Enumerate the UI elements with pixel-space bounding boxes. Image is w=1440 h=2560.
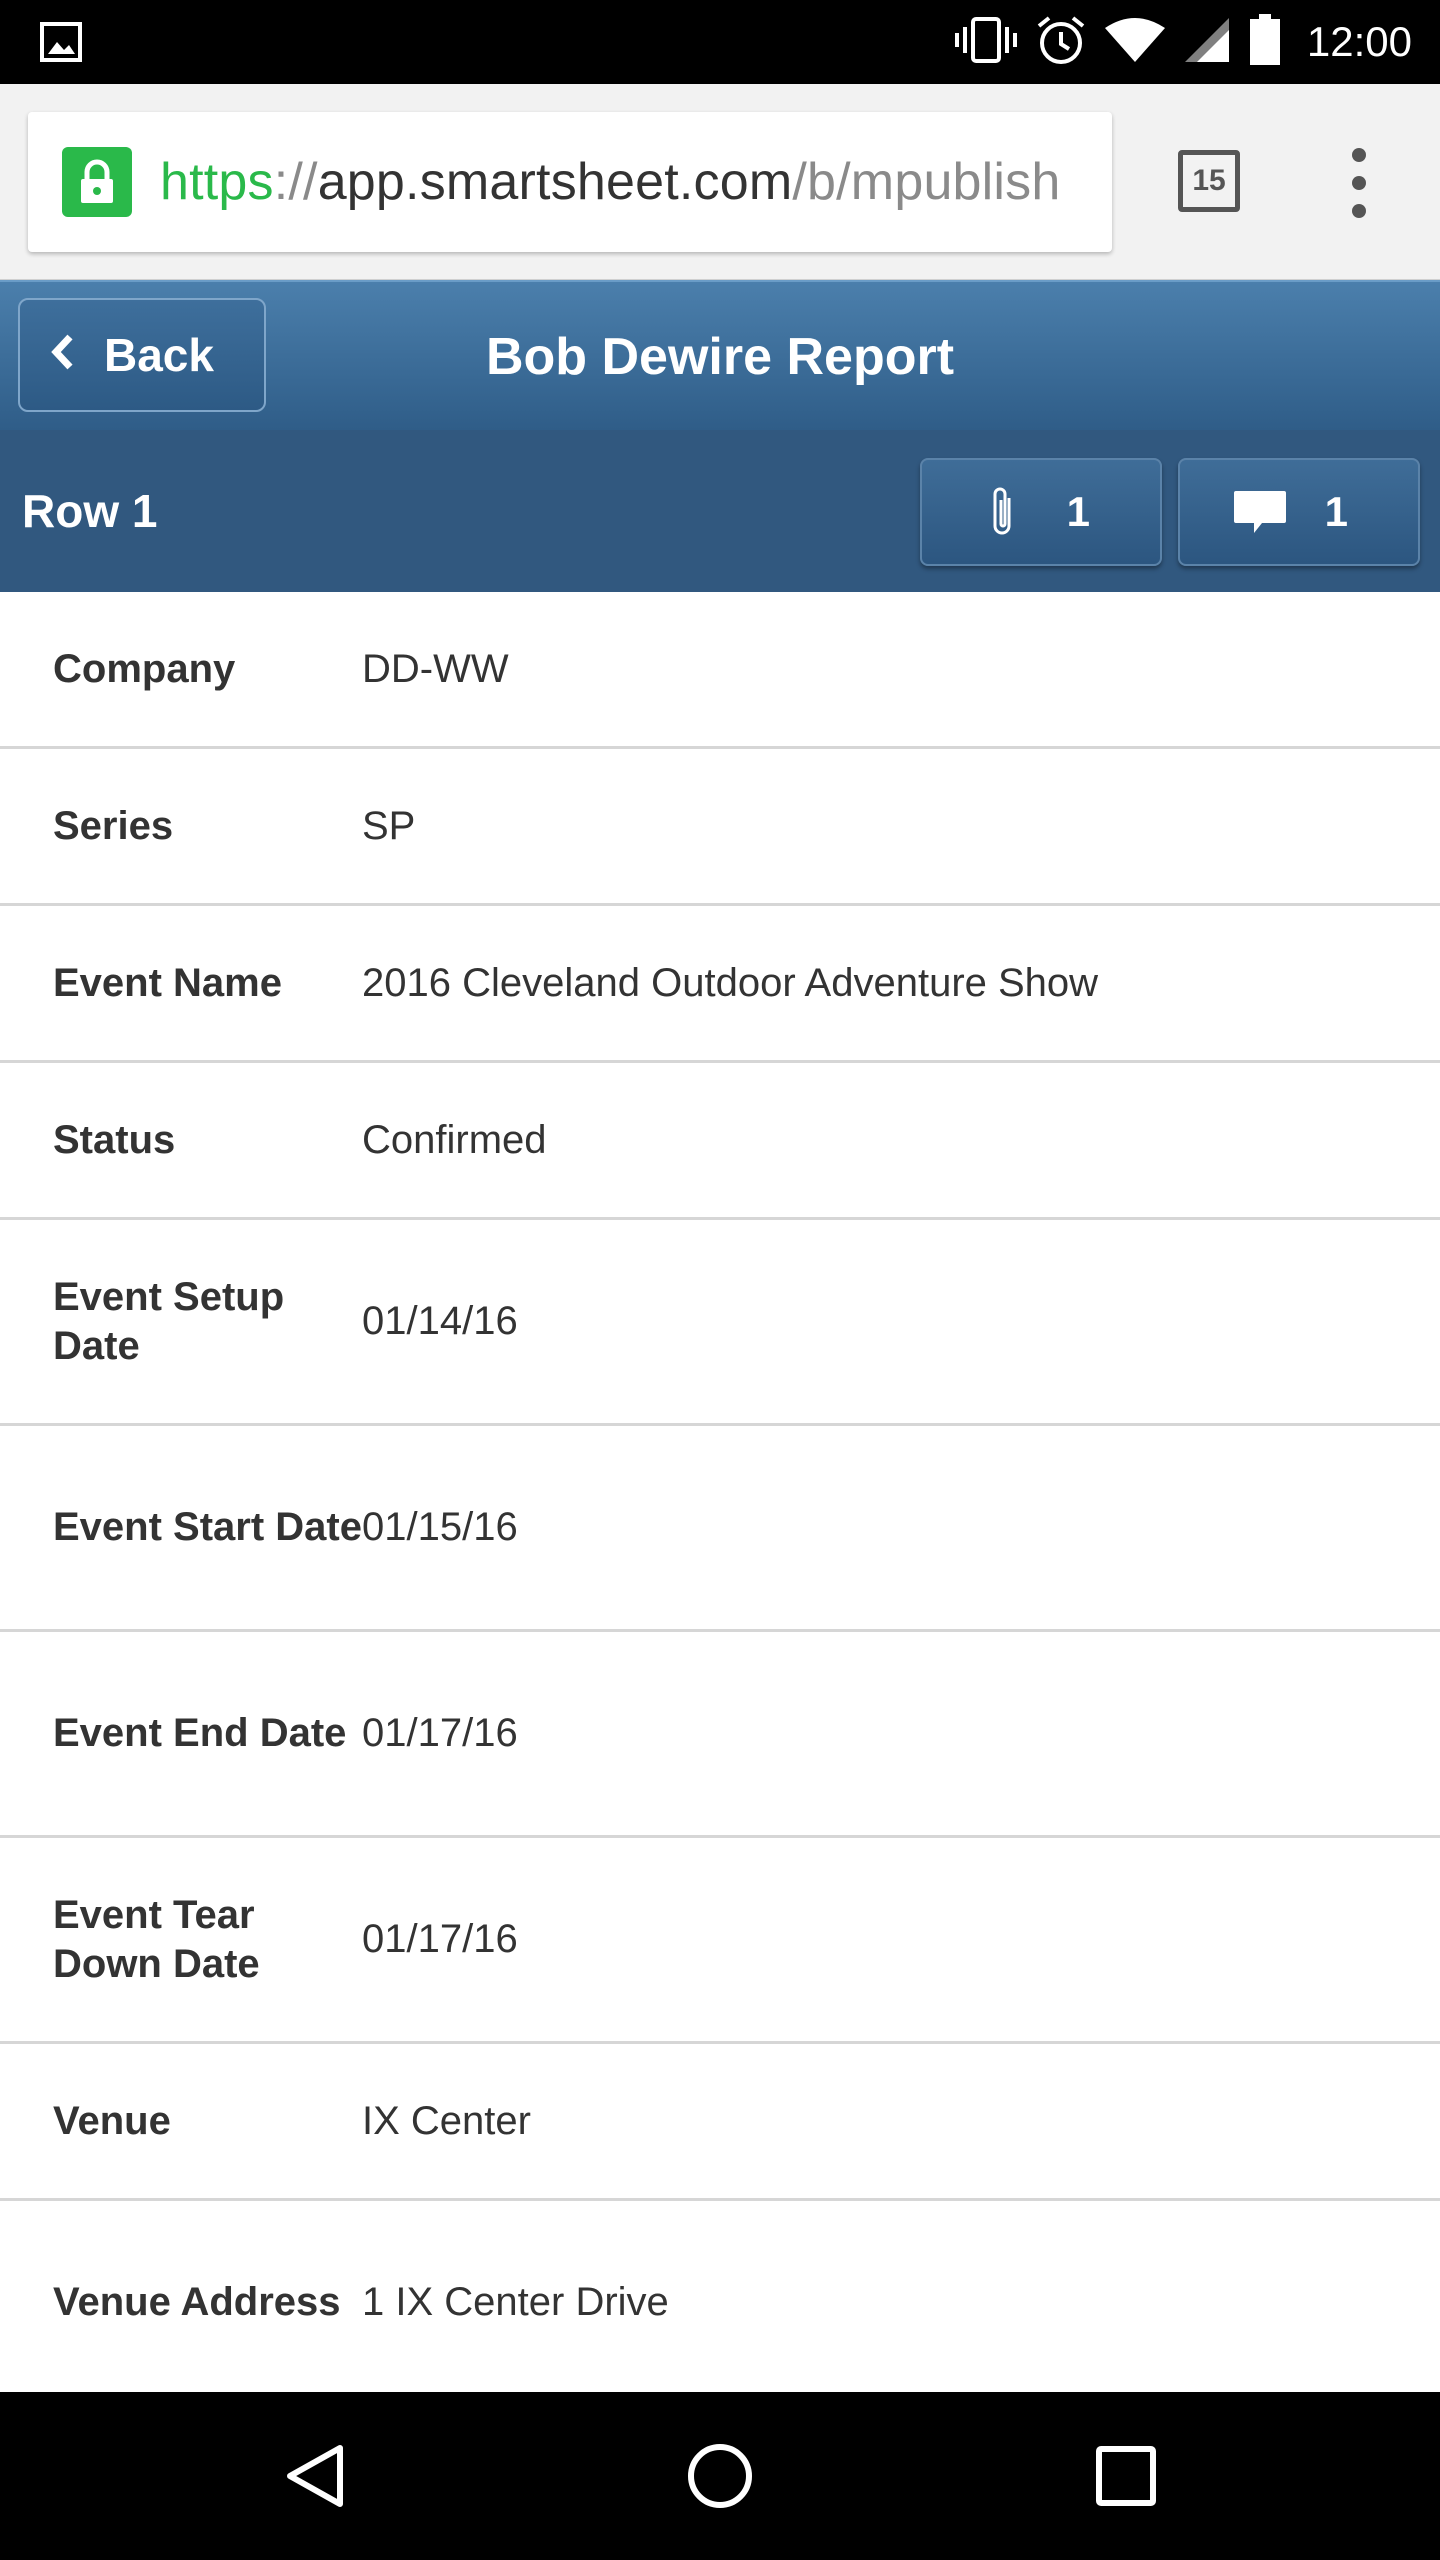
- back-button-label: Back: [104, 329, 214, 381]
- system-nav-bar: [0, 2392, 1440, 2560]
- overflow-menu-icon[interactable]: [1344, 148, 1374, 218]
- back-button[interactable]: Back: [18, 298, 266, 412]
- comments-count: 1: [1324, 488, 1348, 535]
- field-value: 01/15/16: [362, 1505, 518, 1549]
- tab-count: 15: [1192, 164, 1226, 197]
- lock-icon: [62, 147, 132, 217]
- status-bar: 12:00: [0, 0, 1440, 84]
- field-label: Venue: [53, 2098, 171, 2143]
- vibrate-icon: [954, 15, 1017, 70]
- field-label: Event Name: [53, 960, 282, 1005]
- url-scheme: https: [160, 153, 274, 211]
- field-label: Event Setup Date: [53, 1274, 285, 1368]
- row-label: Row 1: [22, 485, 158, 537]
- alarm-icon: [1035, 14, 1087, 71]
- field-value: 2016 Cleveland Outdoor Adventure Show: [362, 960, 1099, 1005]
- field-label: Series: [53, 803, 174, 848]
- field-row-company: Company DD-WW: [0, 592, 1440, 749]
- field-row-venue: Venue IX Center: [0, 2044, 1440, 2201]
- nav-back-icon[interactable]: [274, 2434, 358, 2518]
- comment-bubble-icon: [1230, 489, 1290, 535]
- battery-icon: [1249, 13, 1281, 71]
- row-bar: Row 1 1 1: [0, 430, 1440, 592]
- field-value: 01/14/16: [362, 1299, 518, 1343]
- wifi-icon: [1104, 16, 1165, 69]
- url-host: app.smartsheet.com: [317, 153, 793, 211]
- field-label: Venue Address: [53, 2280, 341, 2324]
- nav-home-icon[interactable]: [678, 2434, 762, 2518]
- field-row-series: Series SP: [0, 749, 1440, 906]
- app-header: Back Bob Dewire Report: [0, 280, 1440, 430]
- attachments-count: 1: [1066, 488, 1090, 535]
- field-label: Company: [53, 646, 236, 691]
- field-row-venue-address: Venue Address 1 IX Center Drive: [0, 2201, 1440, 2392]
- browser-toolbar: https://app.smartsheet.com/b/mpublish 15: [0, 84, 1440, 280]
- field-label: Event Start Date: [53, 1505, 362, 1549]
- field-row-event-tear-down-date: Event Tear Down Date 01/17/16: [0, 1838, 1440, 2044]
- field-value: 1 IX Center Drive: [362, 2280, 669, 2324]
- field-value: IX Center: [362, 2098, 531, 2143]
- field-value: 01/17/16: [362, 1711, 518, 1755]
- tab-switcher-button[interactable]: 15: [1178, 150, 1240, 212]
- paperclip-icon: [972, 484, 1032, 540]
- field-row-status: Status Confirmed: [0, 1063, 1440, 1220]
- field-label: Event End Date: [53, 1711, 347, 1755]
- signal-icon: [1183, 16, 1231, 69]
- nav-recents-icon[interactable]: [1084, 2434, 1168, 2518]
- url-bar[interactable]: https://app.smartsheet.com/b/mpublish: [28, 112, 1112, 252]
- url-path: /b/mpublish: [792, 153, 1061, 211]
- chevron-left-icon: [50, 328, 74, 382]
- clock: 12:00: [1306, 18, 1412, 65]
- url-text: https://app.smartsheet.com/b/mpublish: [160, 152, 1061, 212]
- field-label: Status: [53, 1117, 176, 1162]
- field-value: 01/17/16: [362, 1917, 518, 1961]
- field-list: Company DD-WW Series SP Event Name 2016 …: [0, 592, 1440, 2392]
- field-value: Confirmed: [362, 1117, 547, 1162]
- field-row-event-end-date: Event End Date 01/17/16: [0, 1632, 1440, 1838]
- field-row-event-setup-date: Event Setup Date 01/14/16: [0, 1220, 1440, 1426]
- image-notification-icon: [40, 22, 82, 62]
- comments-button[interactable]: 1: [1178, 458, 1420, 566]
- field-label: Event Tear Down Date: [53, 1892, 260, 1986]
- attachments-button[interactable]: 1: [920, 458, 1162, 566]
- field-row-event-start-date: Event Start Date 01/15/16: [0, 1426, 1440, 1632]
- url-separator: ://: [273, 153, 318, 211]
- field-row-event-name: Event Name 2016 Cleveland Outdoor Advent…: [0, 906, 1440, 1063]
- field-value: SP: [362, 803, 416, 848]
- field-value: DD-WW: [362, 646, 509, 691]
